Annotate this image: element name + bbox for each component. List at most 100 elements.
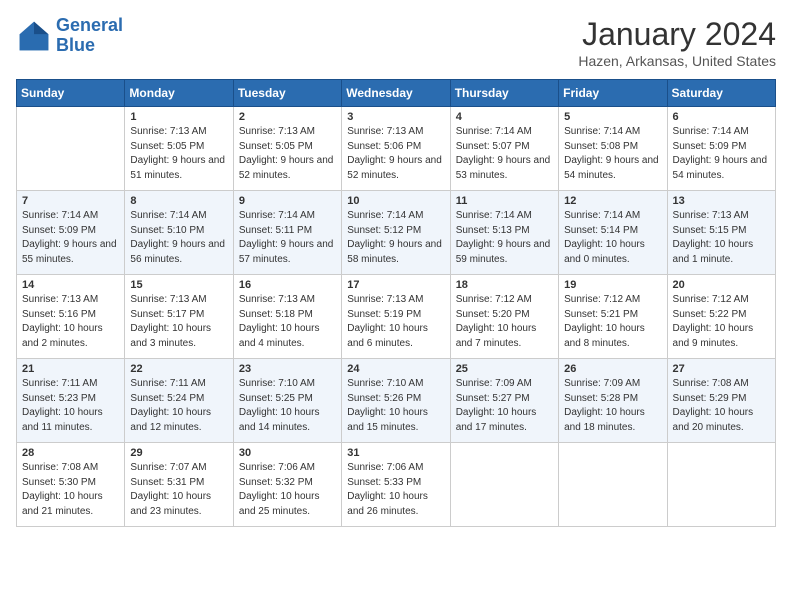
day-number: 15 bbox=[130, 279, 227, 291]
month-title: January 2024 bbox=[578, 16, 776, 53]
day-number: 18 bbox=[456, 279, 553, 291]
day-info: Sunrise: 7:10 AMSunset: 5:26 PMDaylight:… bbox=[347, 377, 444, 435]
weekday-header-cell: Tuesday bbox=[233, 80, 341, 107]
calendar-week-row: 21Sunrise: 7:11 AMSunset: 5:23 PMDayligh… bbox=[17, 359, 776, 443]
calendar-cell: 8 Sunrise: 7:14 AMSunset: 5:10 PMDaylight… bbox=[125, 191, 233, 275]
weekday-header-cell: Friday bbox=[559, 80, 667, 107]
day-info: Sunrise: 7:13 AMSunset: 5:19 PMDaylight:… bbox=[347, 293, 444, 351]
calendar-cell: 28 Sunrise: 7:08 AMSunset: 5:30 PMDayligh… bbox=[17, 443, 125, 527]
calendar-cell: 29 Sunrise: 7:07 AMSunset: 5:31 PMDayligh… bbox=[125, 443, 233, 527]
calendar-cell: 3 Sunrise: 7:13 AMSunset: 5:06 PMDaylight… bbox=[342, 107, 450, 191]
calendar-cell: 2 Sunrise: 7:13 AMSunset: 5:05 PMDaylight… bbox=[233, 107, 341, 191]
day-info: Sunrise: 7:09 AMSunset: 5:27 PMDaylight:… bbox=[456, 377, 553, 435]
day-number: 22 bbox=[130, 363, 227, 375]
day-number: 17 bbox=[347, 279, 444, 291]
calendar-cell: 6 Sunrise: 7:14 AMSunset: 5:09 PMDaylight… bbox=[667, 107, 775, 191]
calendar-cell: 19 Sunrise: 7:12 AMSunset: 5:21 PMDayligh… bbox=[559, 275, 667, 359]
calendar-cell: 25Sunrise: 7:09 AMSunset: 5:27 PMDayligh… bbox=[450, 359, 558, 443]
day-number: 28 bbox=[22, 447, 119, 459]
day-number: 8 bbox=[130, 195, 227, 207]
day-number: 13 bbox=[673, 195, 770, 207]
day-info: Sunrise: 7:13 AMSunset: 5:06 PMDaylight:… bbox=[347, 125, 444, 183]
calendar-cell: 13Sunrise: 7:13 AMSunset: 5:15 PMDayligh… bbox=[667, 191, 775, 275]
day-number: 11 bbox=[456, 195, 553, 207]
calendar-cell: 31 Sunrise: 7:06 AMSunset: 5:33 PMDayligh… bbox=[342, 443, 450, 527]
day-info: Sunrise: 7:14 AMSunset: 5:14 PMDaylight:… bbox=[564, 209, 661, 267]
calendar-cell: 27 Sunrise: 7:08 AMSunset: 5:29 PMDayligh… bbox=[667, 359, 775, 443]
day-info: Sunrise: 7:14 AMSunset: 5:13 PMDaylight:… bbox=[456, 209, 553, 267]
calendar-cell: 10 Sunrise: 7:14 AMSunset: 5:12 PMDayligh… bbox=[342, 191, 450, 275]
day-info: Sunrise: 7:11 AMSunset: 5:23 PMDaylight:… bbox=[22, 377, 119, 435]
weekday-header-cell: Sunday bbox=[17, 80, 125, 107]
logo-text: General Blue bbox=[56, 16, 123, 56]
day-info: Sunrise: 7:13 AMSunset: 5:18 PMDaylight:… bbox=[239, 293, 336, 351]
day-info: Sunrise: 7:12 AMSunset: 5:22 PMDaylight:… bbox=[673, 293, 770, 351]
calendar-week-row: 14 Sunrise: 7:13 AMSunset: 5:16 PMDayligh… bbox=[17, 275, 776, 359]
logo-line2: Blue bbox=[56, 35, 95, 55]
day-info: Sunrise: 7:13 AMSunset: 5:05 PMDaylight:… bbox=[239, 125, 336, 183]
day-number: 16 bbox=[239, 279, 336, 291]
logo-icon bbox=[16, 18, 52, 54]
day-info: Sunrise: 7:10 AMSunset: 5:25 PMDaylight:… bbox=[239, 377, 336, 435]
day-number: 30 bbox=[239, 447, 336, 459]
calendar-cell: 24Sunrise: 7:10 AMSunset: 5:26 PMDayligh… bbox=[342, 359, 450, 443]
day-number: 20 bbox=[673, 279, 770, 291]
logo: General Blue bbox=[16, 16, 123, 56]
logo-line1: General bbox=[56, 15, 123, 35]
calendar-cell: 1Sunrise: 7:13 AMSunset: 5:05 PMDaylight… bbox=[125, 107, 233, 191]
weekday-header-cell: Monday bbox=[125, 80, 233, 107]
day-number: 9 bbox=[239, 195, 336, 207]
day-number: 7 bbox=[22, 195, 119, 207]
day-number: 27 bbox=[673, 363, 770, 375]
weekday-header-row: SundayMondayTuesdayWednesdayThursdayFrid… bbox=[17, 80, 776, 107]
calendar-cell: 26Sunrise: 7:09 AMSunset: 5:28 PMDayligh… bbox=[559, 359, 667, 443]
day-number: 10 bbox=[347, 195, 444, 207]
calendar-cell bbox=[17, 107, 125, 191]
day-info: Sunrise: 7:12 AMSunset: 5:21 PMDaylight:… bbox=[564, 293, 661, 351]
calendar-cell: 11 Sunrise: 7:14 AMSunset: 5:13 PMDayligh… bbox=[450, 191, 558, 275]
day-info: Sunrise: 7:13 AMSunset: 5:16 PMDaylight:… bbox=[22, 293, 119, 351]
calendar-cell: 4Sunrise: 7:14 AMSunset: 5:07 PMDaylight… bbox=[450, 107, 558, 191]
day-info: Sunrise: 7:14 AMSunset: 5:08 PMDaylight:… bbox=[564, 125, 661, 183]
weekday-header-cell: Wednesday bbox=[342, 80, 450, 107]
calendar-cell: 15 Sunrise: 7:13 AMSunset: 5:17 PMDayligh… bbox=[125, 275, 233, 359]
calendar-body: 1Sunrise: 7:13 AMSunset: 5:05 PMDaylight… bbox=[17, 107, 776, 527]
day-number: 23 bbox=[239, 363, 336, 375]
calendar-cell: 18Sunrise: 7:12 AMSunset: 5:20 PMDayligh… bbox=[450, 275, 558, 359]
day-info: Sunrise: 7:06 AMSunset: 5:32 PMDaylight:… bbox=[239, 461, 336, 519]
day-info: Sunrise: 7:08 AMSunset: 5:30 PMDaylight:… bbox=[22, 461, 119, 519]
calendar-cell bbox=[450, 443, 558, 527]
location: Hazen, Arkansas, United States bbox=[578, 53, 776, 69]
day-info: Sunrise: 7:07 AMSunset: 5:31 PMDaylight:… bbox=[130, 461, 227, 519]
day-number: 14 bbox=[22, 279, 119, 291]
day-info: Sunrise: 7:11 AMSunset: 5:24 PMDaylight:… bbox=[130, 377, 227, 435]
day-info: Sunrise: 7:06 AMSunset: 5:33 PMDaylight:… bbox=[347, 461, 444, 519]
day-number: 29 bbox=[130, 447, 227, 459]
calendar-cell: 7Sunrise: 7:14 AMSunset: 5:09 PMDaylight… bbox=[17, 191, 125, 275]
calendar-table: SundayMondayTuesdayWednesdayThursdayFrid… bbox=[16, 79, 776, 527]
calendar-cell: 5Sunrise: 7:14 AMSunset: 5:08 PMDaylight… bbox=[559, 107, 667, 191]
title-block: January 2024 Hazen, Arkansas, United Sta… bbox=[578, 16, 776, 69]
day-number: 3 bbox=[347, 111, 444, 123]
calendar-week-row: 28 Sunrise: 7:08 AMSunset: 5:30 PMDayligh… bbox=[17, 443, 776, 527]
calendar-cell: 20 Sunrise: 7:12 AMSunset: 5:22 PMDayligh… bbox=[667, 275, 775, 359]
day-info: Sunrise: 7:14 AMSunset: 5:11 PMDaylight:… bbox=[239, 209, 336, 267]
calendar-cell: 21Sunrise: 7:11 AMSunset: 5:23 PMDayligh… bbox=[17, 359, 125, 443]
day-number: 31 bbox=[347, 447, 444, 459]
day-info: Sunrise: 7:08 AMSunset: 5:29 PMDaylight:… bbox=[673, 377, 770, 435]
calendar-cell bbox=[559, 443, 667, 527]
day-info: Sunrise: 7:13 AMSunset: 5:17 PMDaylight:… bbox=[130, 293, 227, 351]
calendar-cell: 14 Sunrise: 7:13 AMSunset: 5:16 PMDayligh… bbox=[17, 275, 125, 359]
page-header: General Blue January 2024 Hazen, Arkansa… bbox=[16, 16, 776, 69]
day-info: Sunrise: 7:14 AMSunset: 5:12 PMDaylight:… bbox=[347, 209, 444, 267]
day-number: 6 bbox=[673, 111, 770, 123]
day-info: Sunrise: 7:14 AMSunset: 5:10 PMDaylight:… bbox=[130, 209, 227, 267]
weekday-header-cell: Thursday bbox=[450, 80, 558, 107]
day-number: 2 bbox=[239, 111, 336, 123]
day-number: 19 bbox=[564, 279, 661, 291]
day-info: Sunrise: 7:09 AMSunset: 5:28 PMDaylight:… bbox=[564, 377, 661, 435]
day-info: Sunrise: 7:14 AMSunset: 5:09 PMDaylight:… bbox=[673, 125, 770, 183]
day-number: 4 bbox=[456, 111, 553, 123]
calendar-cell: 23 Sunrise: 7:10 AMSunset: 5:25 PMDayligh… bbox=[233, 359, 341, 443]
calendar-cell bbox=[667, 443, 775, 527]
